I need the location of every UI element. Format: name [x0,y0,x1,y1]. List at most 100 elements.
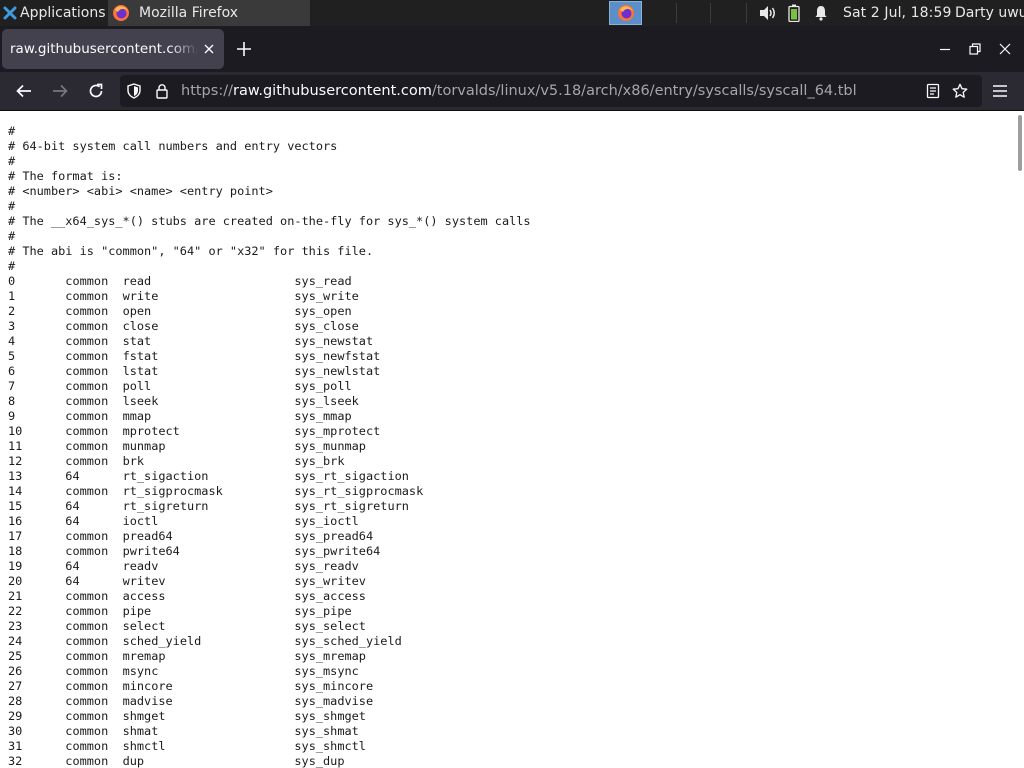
header-comment-line: # The format is: [8,169,123,183]
syscall-name: lseek [122,394,295,408]
syscall-entry-point: sys_readv [294,559,359,573]
close-window-icon[interactable] [998,42,1012,56]
syscall-name: pwrite64 [122,544,295,558]
syscall-number: 14 [8,484,66,498]
syscall-entry-point: sys_rt_sigprocmask [294,484,424,498]
syscall-abi: common [65,484,123,498]
syscall-name: shmat [122,724,295,738]
syscall-entry-point: sys_munmap [294,439,366,453]
vertical-scrollbar[interactable] [1018,115,1022,171]
syscall-abi: common [65,739,123,753]
syscall-number: 22 [8,604,66,618]
syscall-row: 20 64 writev sys_writev [8,574,366,588]
syscall-entry-point: sys_close [294,319,359,333]
volume-tray[interactable] [759,0,777,26]
syscall-number: 20 [8,574,66,588]
applications-menu[interactable]: Applications [0,0,108,26]
syscall-row: 1 common write sys_write [8,289,359,303]
syscall-number: 0 [8,274,66,288]
syscall-row: 22 common pipe sys_pipe [8,604,352,618]
syscall-number: 11 [8,439,66,453]
panel-clock[interactable]: Sat 2 Jul, 18:59 [843,0,952,26]
bell-icon [815,6,827,21]
back-arrow-icon[interactable] [15,82,33,100]
syscall-entry-point: sys_newfstat [294,349,381,363]
syscall-number: 32 [8,754,66,768]
syscall-entry-point: sys_mincore [294,679,374,693]
minimize-icon[interactable] [938,42,952,56]
taskbar-button-firefox[interactable]: Mozilla Firefox [108,0,310,26]
forward-arrow-icon[interactable] [51,82,69,100]
new-tab-icon[interactable] [234,39,254,59]
syscall-name: mprotect [122,424,295,438]
syscall-name: writev [122,574,295,588]
syscall-abi: common [65,724,123,738]
tracking-protection-shield-icon[interactable] [126,83,142,99]
syscall-row: 27 common mincore sys_mincore [8,679,373,693]
firefox-launcher[interactable] [609,1,642,25]
syscall-row: 0 common read sys_read [8,274,352,288]
syscall-abi: common [65,754,123,768]
syscall-row: 12 common brk sys_brk [8,454,345,468]
syscall-name: brk [122,454,295,468]
syscall-row: 32 common dup sys_dup [8,754,345,768]
syscall-number: 24 [8,634,66,648]
url-path: /torvalds/linux/v5.18/arch/x86/entry/sys… [431,83,857,99]
syscall-row: 6 common lstat sys_newlstat [8,364,380,378]
syscall-entry-point: sys_open [294,304,352,318]
syscall-name: mremap [122,649,295,663]
syscall-name: poll [122,379,295,393]
syscall-entry-point: sys_mprotect [294,424,381,438]
syscall-number: 3 [8,319,66,333]
hamburger-menu-icon[interactable] [991,82,1009,100]
syscall-row: 17 common pread64 sys_pread64 [8,529,373,543]
syscall-number: 17 [8,529,66,543]
syscall-row: 28 common madvise sys_madvise [8,694,373,708]
syscall-row: 29 common shmget sys_shmget [8,709,366,723]
syscall-name: msync [122,664,295,678]
syscall-abi: common [65,544,123,558]
syscall-entry-point: sys_writev [294,574,366,588]
lock-icon[interactable] [154,83,170,99]
syscall-name: stat [122,334,295,348]
syscall-name: read [122,274,295,288]
xfce-icon [3,6,17,20]
syscall-row: 19 64 readv sys_readv [8,559,359,573]
page-content[interactable]: # # 64-bit system call numbers and entry… [0,111,1024,768]
close-icon[interactable] [202,42,216,56]
syscall-row: 21 common access sys_access [8,589,366,603]
syscall-abi: common [65,454,123,468]
syscall-number: 7 [8,379,66,393]
url-text[interactable]: https://raw.githubusercontent.com/torval… [181,75,857,107]
reload-icon[interactable] [87,82,105,100]
syscall-name: access [122,589,295,603]
syscall-name: close [122,319,295,333]
syscall-number: 6 [8,364,66,378]
syscall-number: 5 [8,349,66,363]
header-comment-line: # The __x64_sys_*() stubs are created on… [8,214,531,228]
panel-separator [710,3,711,23]
syscall-name: sched_yield [122,634,295,648]
syscall-number: 15 [8,499,66,513]
reader-view-icon[interactable] [925,83,941,99]
header-comment-line: # <number> <abi> <name> <entry point> [8,184,273,198]
syscall-number: 27 [8,679,66,693]
syscall-number: 23 [8,619,66,633]
syscall-name: pipe [122,604,295,618]
notifications-tray[interactable] [813,0,829,26]
syscall-row: 8 common lseek sys_lseek [8,394,359,408]
tab-syscall-table[interactable]: raw.githubusercontent.com/torvalds/linux… [2,29,224,69]
user-menu[interactable]: Darty uwu [955,0,1024,26]
syscall-name: rt_sigaction [122,469,295,483]
restore-icon[interactable] [968,42,982,56]
syscall-abi: common [65,619,123,633]
syscall-row: 13 64 rt_sigaction sys_rt_sigaction [8,469,409,483]
tab-title: raw.githubusercontent.com/torvalds/linux… [10,41,198,57]
syscall-abi: common [65,634,123,648]
battery-tray[interactable] [788,0,800,26]
syscall-abi: 64 [65,469,123,483]
bookmark-star-icon[interactable] [952,83,968,99]
syscall-entry-point: sys_write [294,289,359,303]
address-bar[interactable]: https://raw.githubusercontent.com/torval… [120,75,982,107]
header-comment-line: # [8,259,16,273]
